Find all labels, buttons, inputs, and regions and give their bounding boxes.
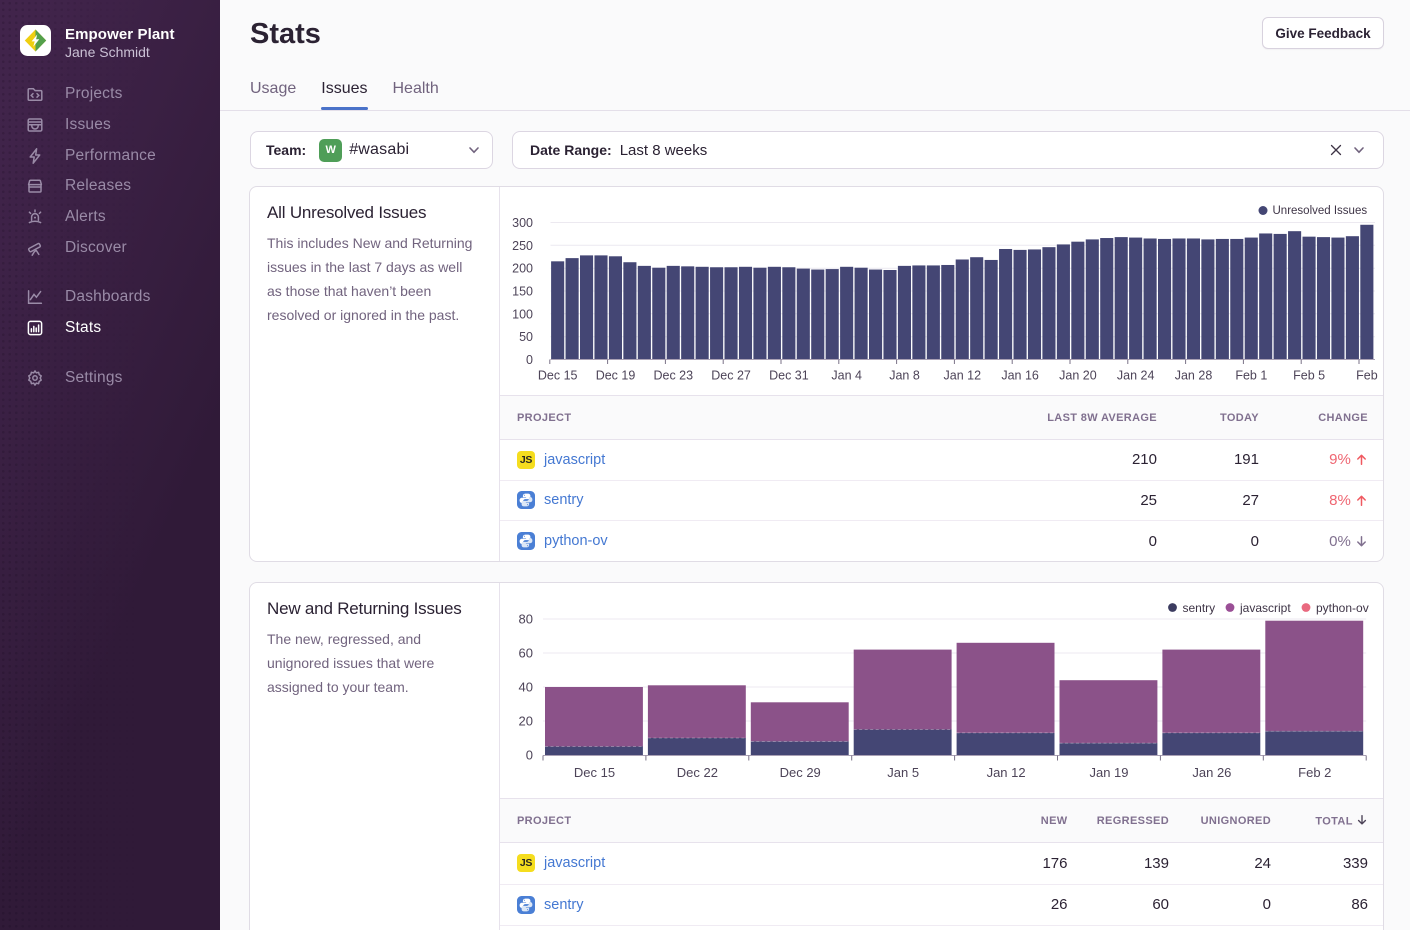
svg-text:20: 20 — [519, 714, 533, 729]
svg-text:Dec 23: Dec 23 — [653, 369, 693, 383]
svg-text:50: 50 — [519, 330, 533, 344]
svg-text:Dec 15: Dec 15 — [574, 765, 615, 780]
svg-text:0: 0 — [526, 748, 533, 763]
svg-text:Jan 19: Jan 19 — [1089, 765, 1128, 780]
svg-text:Jan 8: Jan 8 — [889, 369, 920, 383]
svg-text:sentry: sentry — [1183, 601, 1216, 615]
svg-text:Feb: Feb — [1356, 369, 1378, 383]
svg-text:Unresolved Issues: Unresolved Issues — [1273, 205, 1368, 217]
svg-text:Jan 20: Jan 20 — [1059, 369, 1097, 383]
svg-text:40: 40 — [519, 680, 533, 695]
svg-text:python-ov: python-ov — [1316, 601, 1369, 615]
svg-text:Dec 19: Dec 19 — [596, 369, 636, 383]
svg-text:Jan 12: Jan 12 — [944, 369, 982, 383]
svg-text:300: 300 — [512, 216, 533, 230]
svg-text:Dec 22: Dec 22 — [677, 765, 718, 780]
svg-text:Jan 24: Jan 24 — [1117, 369, 1155, 383]
svg-text:Feb 1: Feb 1 — [1235, 369, 1267, 383]
svg-text:Jan 5: Jan 5 — [887, 765, 919, 780]
svg-text:Dec 15: Dec 15 — [538, 369, 578, 383]
svg-text:80: 80 — [519, 612, 533, 627]
svg-text:Jan 4: Jan 4 — [831, 369, 862, 383]
svg-text:javascript: javascript — [1239, 601, 1291, 615]
svg-text:Jan 16: Jan 16 — [1001, 369, 1039, 383]
svg-text:Feb 2: Feb 2 — [1298, 765, 1331, 780]
svg-text:Jan 28: Jan 28 — [1175, 369, 1213, 383]
svg-text:100: 100 — [512, 307, 533, 321]
svg-text:Jan 26: Jan 26 — [1192, 765, 1231, 780]
svg-text:250: 250 — [512, 239, 533, 253]
svg-text:200: 200 — [512, 262, 533, 276]
svg-text:150: 150 — [512, 285, 533, 299]
svg-text:Dec 31: Dec 31 — [769, 369, 809, 383]
svg-text:Jan 12: Jan 12 — [987, 765, 1026, 780]
svg-text:Dec 29: Dec 29 — [780, 765, 821, 780]
svg-text:60: 60 — [519, 646, 533, 661]
svg-text:0: 0 — [526, 353, 533, 367]
svg-text:Feb 5: Feb 5 — [1293, 369, 1325, 383]
svg-text:Dec 27: Dec 27 — [711, 369, 751, 383]
